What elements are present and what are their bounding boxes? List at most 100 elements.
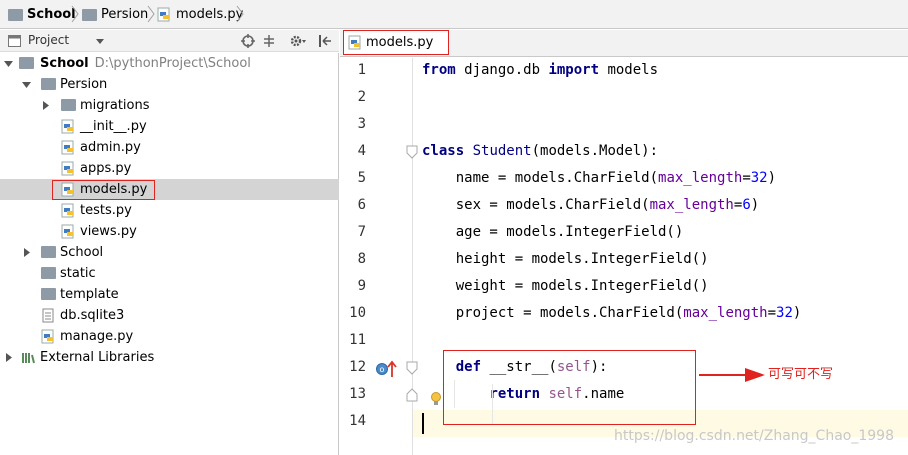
code-line[interactable]: weight = models.IntegerField() (422, 278, 709, 294)
line-number[interactable]: 2 (340, 89, 366, 105)
line-number[interactable]: 12 (340, 359, 366, 375)
lightbulb-icon[interactable] (429, 391, 443, 407)
tree-item-admin[interactable]: admin.py (0, 137, 339, 158)
code-token: 32 (776, 305, 793, 321)
code-line[interactable]: age = models.IntegerField() (422, 224, 684, 240)
line-number[interactable]: 7 (340, 224, 366, 240)
project-tree: School D:\pythonProject\School Persion mi… (0, 53, 339, 455)
override-method-icon[interactable]: o (375, 360, 399, 378)
svg-text:o: o (380, 365, 385, 374)
collapsed-arrow-icon[interactable] (41, 101, 50, 110)
breadcrumb: School Persion models.py (0, 0, 908, 29)
tree-item-apps[interactable]: apps.py (0, 158, 339, 179)
tree-item-school[interactable]: School (0, 242, 339, 263)
tree-item-label: db.sqlite3 (60, 308, 125, 323)
tree-item-label: External Libraries (40, 350, 155, 365)
fold-marker-icon[interactable] (405, 145, 419, 159)
chevron-right-icon (147, 5, 155, 23)
code-token: height = models.IntegerField() (422, 251, 709, 267)
code-token: = (767, 305, 777, 321)
tree-item-label: School (60, 245, 104, 260)
code-line[interactable]: project = models.CharField(max_length=32… (422, 305, 802, 321)
breadcrumb-item-school[interactable]: School (8, 0, 76, 29)
code-line[interactable]: class Student(models.Model): (422, 143, 658, 159)
tree-item-label: template (60, 287, 119, 302)
python-file-icon (61, 140, 76, 155)
tree-item-models[interactable]: models.py (0, 179, 339, 200)
expanded-arrow-icon[interactable] (22, 80, 31, 89)
tree-item-static[interactable]: static (0, 263, 339, 284)
tree-item-tests[interactable]: tests.py (0, 200, 339, 221)
code-token: import (548, 62, 600, 78)
code-token: max_length (683, 305, 768, 321)
tree-item-label: admin.py (80, 140, 141, 155)
code-line[interactable]: height = models.IntegerField() (422, 251, 709, 267)
tree-item-migrations[interactable]: migrations (0, 95, 339, 116)
breadcrumb-item-models[interactable]: models.py (157, 0, 243, 29)
python-file-icon (41, 329, 56, 344)
chevron-right-icon (71, 5, 79, 23)
code-token: (models.Model): (531, 143, 659, 159)
tree-item-label: manage.py (60, 329, 134, 344)
python-file-icon (61, 224, 76, 239)
chevron-down-icon[interactable] (96, 39, 104, 44)
tab-models-py[interactable]: models.py (343, 30, 449, 55)
code-line[interactable]: from django.db import models (422, 62, 658, 78)
line-number[interactable]: 1 (340, 62, 366, 78)
folder-icon (82, 0, 97, 29)
annotation-box (443, 350, 696, 425)
tree-item-template[interactable]: template (0, 284, 339, 305)
line-number[interactable]: 4 (340, 143, 366, 159)
line-number[interactable]: 9 (340, 278, 366, 294)
code-token: models (599, 62, 659, 78)
folder-icon (61, 98, 76, 113)
gear-icon[interactable] (290, 34, 306, 48)
line-number[interactable]: 3 (340, 116, 366, 132)
code-token: sex = models.CharField( (422, 197, 650, 213)
code-token: weight = models.IntegerField() (422, 278, 709, 294)
tree-item-init[interactable]: __init__.py (0, 116, 339, 137)
tree-item-external-libraries[interactable]: External Libraries (0, 347, 339, 368)
tree-item-label: views.py (80, 224, 137, 239)
code-token: max_length (649, 197, 734, 213)
fold-end-marker-icon[interactable] (405, 388, 419, 402)
tree-item-label: static (60, 266, 96, 281)
line-number[interactable]: 8 (340, 251, 366, 267)
library-icon (21, 350, 36, 365)
project-panel-header: Project (0, 30, 339, 52)
tree-item-persion[interactable]: Persion (0, 74, 339, 95)
breadcrumb-item-persion[interactable]: Persion (82, 0, 148, 29)
folder-icon (19, 56, 34, 71)
tree-item-views[interactable]: views.py (0, 221, 339, 242)
code-token: name = models.CharField( (422, 170, 659, 186)
line-number[interactable]: 13 (340, 386, 366, 402)
tree-item-manage[interactable]: manage.py (0, 326, 339, 347)
project-panel-title[interactable]: Project (28, 33, 69, 47)
code-token: django.db (455, 62, 549, 78)
tree-item-school-root[interactable]: School D:\pythonProject\School (0, 53, 339, 74)
code-line[interactable]: sex = models.CharField(max_length=6) (422, 197, 759, 213)
line-number[interactable]: 11 (340, 332, 366, 348)
hide-panel-icon[interactable] (318, 34, 332, 48)
line-number[interactable]: 6 (340, 197, 366, 213)
line-number[interactable]: 5 (340, 170, 366, 186)
line-number[interactable]: 10 (340, 305, 366, 321)
expanded-arrow-icon[interactable] (4, 59, 13, 68)
collapsed-arrow-icon[interactable] (4, 353, 13, 362)
annotation-arrow (699, 368, 765, 382)
line-number[interactable]: 14 (340, 413, 366, 429)
locate-target-icon[interactable] (241, 34, 255, 48)
code-token: 6 (742, 197, 751, 213)
tree-item-db[interactable]: db.sqlite3 (0, 305, 339, 326)
collapsed-arrow-icon[interactable] (22, 248, 31, 257)
code-token: ) (792, 305, 802, 321)
fold-marker-icon[interactable] (405, 361, 419, 375)
folder-icon (41, 245, 56, 260)
code-line[interactable]: name = models.CharField(max_length=32) (422, 170, 776, 186)
selection-highlight-box (52, 180, 155, 200)
tree-item-label: __init__.py (80, 119, 147, 134)
collapse-all-icon[interactable] (262, 34, 276, 48)
code-token: ) (750, 197, 760, 213)
tree-item-label: tests.py (80, 203, 132, 218)
